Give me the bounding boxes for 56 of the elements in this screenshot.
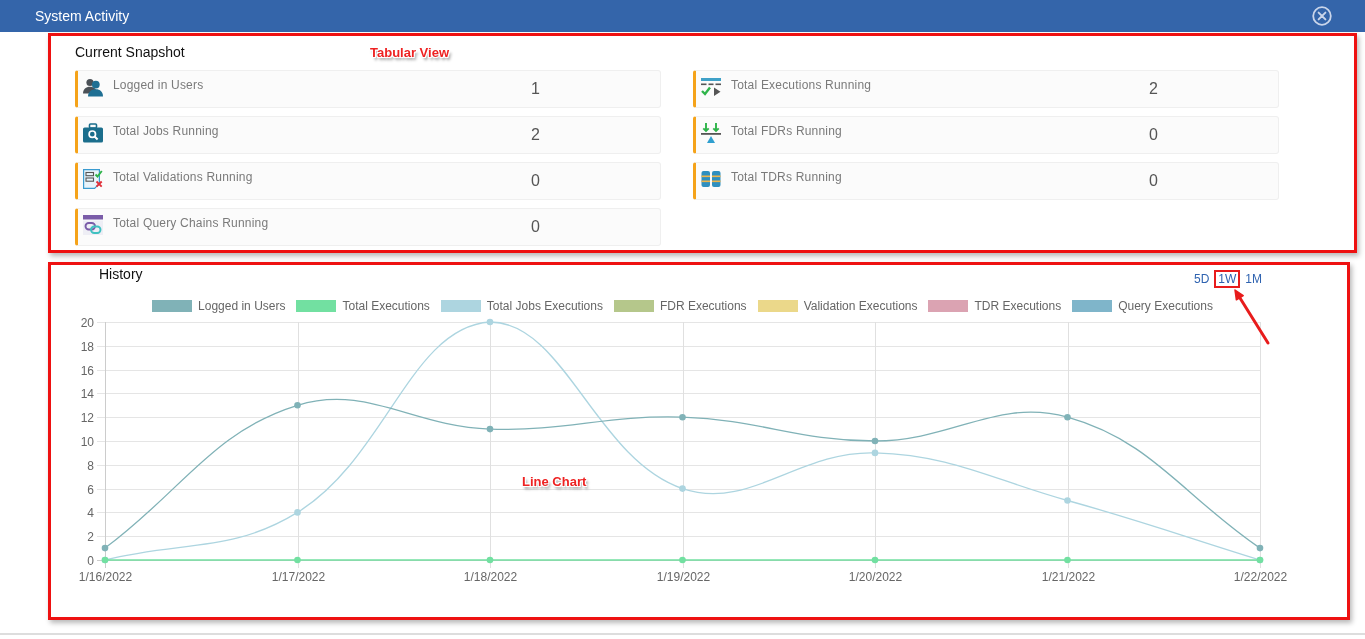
y-axis-label: 14 [80,386,94,401]
legend-label: FDR Executions [659,299,747,313]
y-axis-label: 8 [87,458,94,473]
legend-label: Logged in Users [198,299,286,313]
close-icon [1312,6,1332,26]
x-axis-label: 1/21/2022 [1041,570,1096,584]
stat-label: Logged in Users [113,77,205,92]
stat-label: Total Validations Running [113,169,254,184]
y-axis-label: 6 [87,482,94,497]
y-axis-label: 20 [80,315,94,330]
stat-value: 0 [531,172,541,190]
x-axis-label: 1/16/2022 [78,570,133,584]
stat-label: Total FDRs Running [731,123,843,138]
section-title: Current Snapshot [75,43,185,61]
download-arrows-icon [701,123,721,143]
close-button[interactable] [1312,6,1332,26]
checklist-document-icon [83,169,103,189]
y-axis-label: 0 [87,553,94,568]
range-link[interactable]: 1M [1241,270,1266,288]
y-axis-label: 12 [80,410,94,425]
users-icon [83,77,103,97]
x-axis-label: 1/20/2022 [848,570,903,584]
annotation-label: Line Chart [522,474,587,490]
legend-label: Query Executions [1118,299,1213,313]
x-axis-label: 1/18/2022 [463,570,518,584]
window-title: System Activity [35,7,130,25]
stat-value: 2 [1149,80,1159,98]
legend-label: TDR Executions [974,299,1062,313]
y-axis-label: 10 [80,434,94,449]
x-axis-label: 1/22/2022 [1233,570,1288,584]
stat-label: Total TDRs Running [731,169,843,184]
y-axis-label: 2 [87,529,94,544]
legend-label: Validation Executions [803,299,918,313]
x-axis-label: 1/17/2022 [271,570,326,584]
list-check-play-icon [701,77,721,97]
stat-label: Total Jobs Running [113,123,220,138]
legend-label: Total Executions [342,299,430,313]
range-link[interactable]: 5D [1190,270,1214,288]
stat-label: Total Query Chains Running [113,215,270,230]
y-axis-label: 4 [87,505,94,520]
range-link[interactable]: 1W [1214,270,1241,288]
x-axis-label: 1/19/2022 [656,570,711,584]
stat-value: 1 [531,80,541,98]
stat-value: 0 [1149,172,1159,190]
stat-value: 0 [531,218,541,236]
y-axis-label: 16 [80,363,94,378]
chain-link-icon [83,215,103,235]
y-axis-label: 18 [80,339,94,354]
stat-value: 2 [531,126,541,144]
stat-value: 0 [1149,126,1159,144]
section-title: History [99,265,143,283]
database-icon [701,169,721,189]
annotation-label: Tabular View [370,45,449,61]
briefcase-search-icon [83,123,103,143]
legend-label: Total Jobs Executions [486,299,603,313]
stat-label: Total Executions Running [731,77,873,92]
